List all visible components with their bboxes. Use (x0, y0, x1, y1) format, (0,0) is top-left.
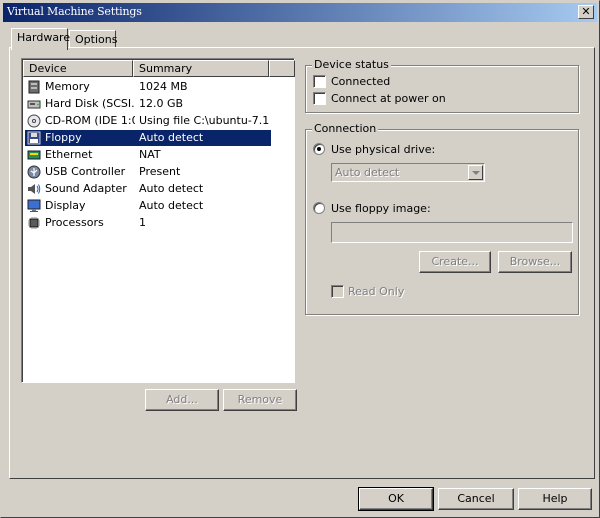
device-row-sound[interactable]: Sound Adapter Auto detect (25, 181, 271, 197)
device-summary: 12.0 GB (139, 97, 184, 110)
device-name: Ethernet (45, 148, 93, 161)
settings-dialog: Virtual Machine Settings ✕ Hardware Opti… (0, 0, 600, 518)
add-button[interactable]: Add... (145, 389, 219, 411)
device-list[interactable]: Device Summary Memory 1024 MB Hard Disk … (21, 58, 295, 383)
tab-hardware[interactable]: Hardware (11, 28, 70, 50)
chevron-down-icon[interactable] (468, 165, 483, 180)
use-floppy-image-label: Use floppy image: (331, 202, 431, 215)
device-row-processors[interactable]: Processors 1 (25, 215, 271, 231)
memory-icon (28, 80, 40, 94)
device-row-display[interactable]: Display Auto detect (25, 198, 271, 214)
connect-at-power-on-label: Connect at power on (331, 92, 446, 105)
column-header-filler (269, 60, 295, 77)
connection-title: Connection (312, 122, 379, 135)
device-summary: Auto detect (139, 131, 204, 144)
connected-checkbox[interactable] (313, 75, 326, 88)
sound-icon (28, 184, 41, 194)
read-only-label: Read Only (348, 285, 405, 298)
help-button[interactable]: Help (518, 488, 592, 510)
device-summary: 1024 MB (139, 80, 188, 93)
processor-icon (28, 217, 40, 229)
close-button[interactable]: ✕ (578, 5, 594, 19)
cdrom-icon (27, 114, 41, 128)
browse-button[interactable]: Browse... (498, 251, 572, 273)
usb-icon (27, 165, 41, 179)
column-header-summary[interactable]: Summary (133, 60, 269, 77)
display-icon (27, 199, 41, 212)
device-name: Sound Adapter (45, 182, 127, 195)
device-row-floppy[interactable]: Floppy Auto detect (25, 130, 271, 146)
ethernet-icon (27, 150, 41, 160)
physical-drive-select[interactable]: Auto detect (331, 163, 485, 182)
device-row-ethernet[interactable]: Ethernet NAT (25, 147, 271, 163)
connect-at-power-on-checkbox[interactable] (313, 92, 326, 105)
device-summary: Auto detect (139, 182, 204, 195)
device-name: Floppy (45, 131, 82, 144)
remove-button[interactable]: Remove (223, 389, 297, 411)
device-summary: NAT (139, 148, 161, 161)
window-title: Virtual Machine Settings (7, 5, 142, 18)
device-row-memory[interactable]: Memory 1024 MB (25, 79, 271, 95)
cancel-button[interactable]: Cancel (438, 488, 514, 510)
column-header-device[interactable]: Device (23, 60, 133, 77)
hard-disk-icon (27, 100, 41, 109)
connected-label: Connected (331, 75, 391, 88)
floppy-image-path-field[interactable] (331, 222, 573, 243)
device-row-hard-disk[interactable]: Hard Disk (SCSI... 12.0 GB (25, 96, 271, 112)
ok-button[interactable]: OK (358, 487, 434, 511)
device-summary: Auto detect (139, 199, 204, 212)
device-status-title: Device status (312, 58, 391, 71)
device-summary: Present (139, 165, 181, 178)
use-floppy-image-radio[interactable] (313, 202, 325, 214)
device-summary: Using file C:\ubuntu-7.1... (139, 114, 269, 127)
device-name: USB Controller (45, 165, 126, 178)
device-name: CD-ROM (IDE 1:0) (45, 114, 135, 127)
device-name: Hard Disk (SCSI... (45, 97, 135, 110)
device-name: Processors (45, 216, 104, 229)
create-button[interactable]: Create... (419, 251, 491, 273)
physical-drive-select-value: Auto detect (335, 166, 400, 179)
device-list-header: Device Summary (23, 60, 295, 77)
floppy-icon (27, 131, 41, 145)
read-only-checkbox[interactable] (331, 285, 344, 298)
title-bar[interactable]: Virtual Machine Settings ✕ (3, 3, 597, 22)
use-physical-drive-radio[interactable] (313, 143, 325, 155)
device-name: Memory (45, 80, 90, 93)
tab-options[interactable]: Options (69, 30, 117, 48)
device-summary: 1 (139, 216, 146, 229)
device-row-usb[interactable]: USB Controller Present (25, 164, 271, 180)
use-physical-drive-label: Use physical drive: (331, 143, 436, 156)
device-row-cdrom[interactable]: CD-ROM (IDE 1:0) Using file C:\ubuntu-7.… (25, 113, 271, 129)
device-name: Display (45, 199, 86, 212)
device-status-group: Device status (305, 58, 579, 113)
